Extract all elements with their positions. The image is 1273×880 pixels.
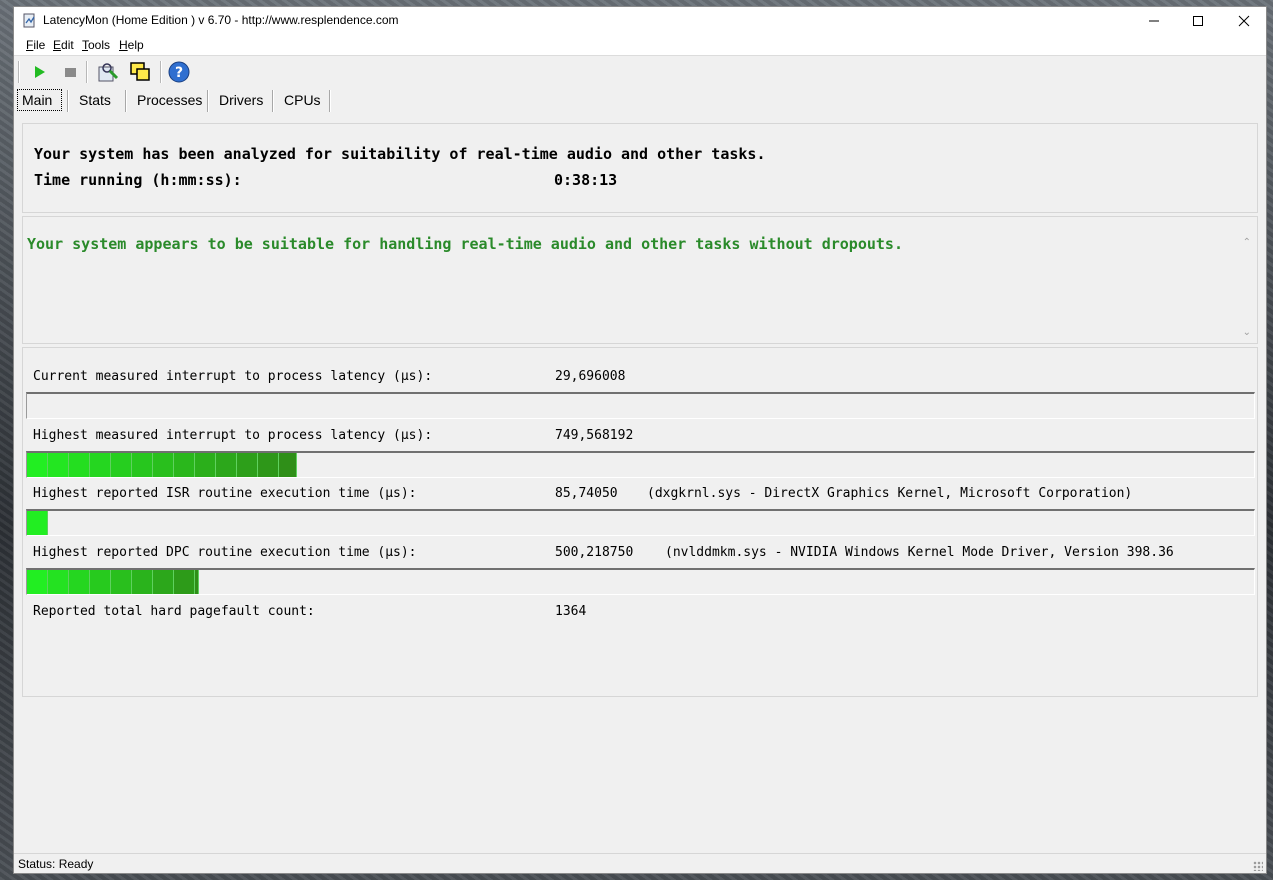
- tab-separator: [329, 90, 331, 112]
- bar-segment: [216, 453, 237, 477]
- highest-latency-bar-fill: [27, 453, 297, 477]
- toolbar-separator: [86, 61, 88, 83]
- bar-segment: [195, 570, 199, 594]
- help-button[interactable]: ?: [167, 60, 191, 84]
- verdict-panel[interactable]: Your system appears to be suitable for h…: [22, 216, 1258, 344]
- tab-drivers[interactable]: Drivers: [215, 89, 267, 111]
- bar-segment: [153, 570, 174, 594]
- stat-detail-isr: (dxgkrnl.sys - DirectX Graphics Kernel, …: [647, 486, 1133, 501]
- minimize-button[interactable]: [1131, 7, 1177, 35]
- bar-segment: [27, 511, 48, 535]
- verdict-text: Your system appears to be suitable for h…: [27, 235, 903, 253]
- app-window: LatencyMon (Home Edition ) v 6.70 - http…: [13, 6, 1267, 874]
- minimize-icon: [1149, 20, 1159, 22]
- time-running-value: 0:38:13: [554, 171, 618, 189]
- dpc-bar: [26, 568, 1255, 595]
- highest-latency-bar: [26, 451, 1255, 478]
- tab-main[interactable]: Main: [17, 89, 62, 111]
- scroll-up-icon[interactable]: ⌃: [1243, 237, 1251, 248]
- windows-button[interactable]: [128, 60, 152, 84]
- time-running-label: Time running (h:mm:ss):: [34, 171, 242, 189]
- bar-segment: [132, 453, 153, 477]
- bar-segment: [90, 570, 111, 594]
- bar-segment: [195, 453, 216, 477]
- menu-help[interactable]: Help: [119, 38, 144, 52]
- stop-icon: [65, 68, 76, 77]
- current-latency-bar: [26, 392, 1255, 419]
- toolbar: ?: [14, 56, 1266, 88]
- analyzed-text: Your system has been analyzed for suitab…: [34, 145, 766, 163]
- menu-edit[interactable]: Edit: [53, 38, 74, 52]
- stat-value-current-latency: 29,696008: [555, 369, 626, 384]
- tab-stats[interactable]: Stats: [75, 89, 115, 111]
- scroll-down-icon[interactable]: ⌄: [1243, 327, 1251, 338]
- stat-label-pagefault: Reported total hard pagefault count:: [33, 604, 315, 619]
- report-button[interactable]: [96, 60, 120, 84]
- play-icon: [35, 66, 45, 78]
- tab-separator: [207, 90, 209, 112]
- bar-segment: [258, 453, 279, 477]
- report-icon: [98, 63, 119, 82]
- resize-grip-icon[interactable]: [1253, 861, 1263, 871]
- status-text: Status: Ready: [18, 857, 94, 871]
- isr-bar: [26, 509, 1255, 536]
- stat-label-dpc: Highest reported DPC routine execution t…: [33, 545, 417, 560]
- tab-separator: [272, 90, 274, 112]
- tab-separator: [125, 90, 127, 112]
- tab-separator: [67, 90, 69, 112]
- stat-detail-dpc: (nvlddmkm.sys - NVIDIA Windows Kernel Mo…: [665, 545, 1174, 560]
- stat-label-current-latency: Current measured interrupt to process la…: [33, 369, 433, 384]
- stat-value-dpc: 500,218750: [555, 545, 634, 560]
- maximize-button[interactable]: [1175, 7, 1221, 35]
- bar-segment: [174, 570, 195, 594]
- bar-segment: [27, 570, 48, 594]
- tab-processes[interactable]: Processes: [133, 89, 206, 111]
- close-button[interactable]: [1221, 7, 1267, 35]
- isr-bar-fill: [27, 511, 48, 535]
- stat-value-highest-latency: 749,568192: [555, 428, 634, 443]
- bar-segment: [69, 570, 90, 594]
- maximize-icon: [1193, 16, 1203, 26]
- bar-segment: [111, 453, 132, 477]
- close-icon: [1238, 15, 1250, 27]
- tab-bar: Main Stats Processes Drivers CPUs: [14, 87, 1266, 113]
- toolbar-grip: [18, 61, 20, 83]
- bar-segment: [48, 453, 69, 477]
- menu-file[interactable]: File: [26, 38, 45, 52]
- bar-segment: [90, 453, 111, 477]
- stat-value-isr: 85,74050: [555, 486, 618, 501]
- svg-text:?: ?: [175, 65, 183, 81]
- stop-button[interactable]: [58, 60, 82, 84]
- start-button[interactable]: [27, 60, 51, 84]
- bar-segment: [27, 453, 48, 477]
- window-title: LatencyMon (Home Edition ) v 6.70 - http…: [43, 13, 399, 27]
- stat-value-pagefault: 1364: [555, 604, 587, 619]
- app-icon: [23, 13, 35, 28]
- menu-bar: File Edit Tools Help: [14, 35, 1266, 56]
- help-icon: ?: [168, 61, 190, 83]
- bar-segment: [48, 570, 69, 594]
- summary-panel: Your system has been analyzed for suitab…: [22, 123, 1258, 213]
- bar-segment: [174, 453, 195, 477]
- bar-segment: [279, 453, 297, 477]
- tab-cpus[interactable]: CPUs: [280, 89, 325, 111]
- bar-segment: [132, 570, 153, 594]
- stat-label-highest-latency: Highest measured interrupt to process la…: [33, 428, 433, 443]
- title-bar[interactable]: LatencyMon (Home Edition ) v 6.70 - http…: [14, 7, 1266, 35]
- menu-tools[interactable]: Tools: [82, 38, 110, 52]
- bar-segment: [237, 453, 258, 477]
- stats-panel: Current measured interrupt to process la…: [22, 347, 1258, 697]
- bar-segment: [69, 453, 90, 477]
- windows-icon: [130, 62, 150, 81]
- bar-segment: [153, 453, 174, 477]
- status-bar: Status: Ready: [14, 853, 1266, 874]
- toolbar-separator: [160, 61, 162, 83]
- dpc-bar-fill: [27, 570, 199, 594]
- bar-segment: [111, 570, 132, 594]
- stat-label-isr: Highest reported ISR routine execution t…: [33, 486, 417, 501]
